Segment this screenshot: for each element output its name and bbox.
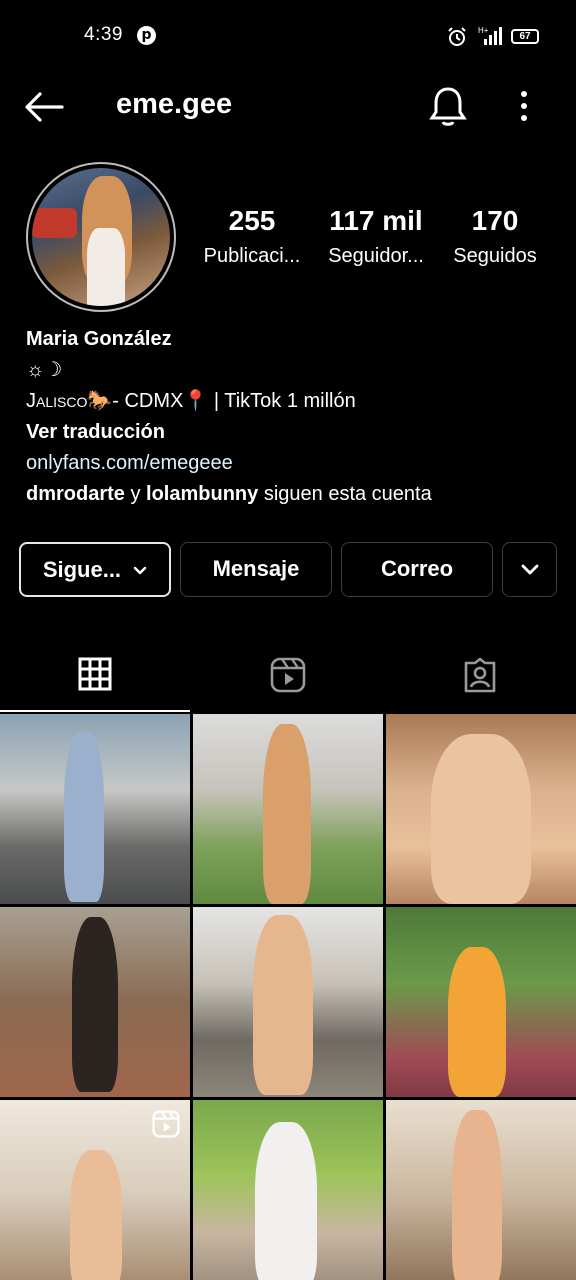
followers-label: Seguidor... (328, 245, 424, 267)
following-count: 170 (471, 205, 519, 236)
bio-emoji-line: ☼☽ (26, 359, 63, 381)
following-label: Seguidos (453, 245, 537, 267)
following-button-label: Sigue... (42, 557, 122, 582)
status-time: 4:39 (84, 24, 123, 45)
bio-location-line: Jalisco🐎- CDMX📍 | TikTok 1 millón (26, 386, 556, 417)
posts-count: 255 (228, 205, 276, 236)
post-thumbnail[interactable] (193, 1100, 383, 1280)
tagged-icon (464, 657, 496, 693)
profile-stats: 255 Publicaci... 117 mil Seguidor... 170… (200, 205, 560, 275)
bio-location-state: Jalisco (26, 390, 88, 412)
bio-location-rest: 🐎- CDMX📍 | TikTok 1 millón (87, 390, 356, 412)
post-thumbnail[interactable] (193, 907, 383, 1097)
follower-name-2[interactable]: lolambunny (146, 483, 258, 505)
reels-icon (152, 1110, 180, 1138)
post-thumbnail[interactable] (0, 714, 190, 904)
profile-full-name: Maria González (26, 328, 172, 350)
post-thumbnail[interactable] (386, 714, 576, 904)
tab-reels[interactable] (192, 640, 384, 712)
profile-bio: Maria González ☼☽ Jalisco🐎- CDMX📍 | TikT… (26, 324, 556, 510)
pinterest-icon: p (137, 26, 156, 45)
active-tab-indicator (0, 710, 190, 712)
network-label: H+ (478, 26, 489, 35)
posts-label: Publicaci... (203, 245, 301, 267)
tab-tagged[interactable] (384, 640, 576, 712)
chevron-down-icon (521, 564, 538, 575)
signal-icon: H+ (478, 26, 502, 45)
post-thumbnail[interactable] (0, 907, 190, 1097)
followed-by-line[interactable]: dmrodarte y lolambunny siguen esta cuent… (26, 479, 556, 510)
posts-grid (0, 714, 576, 1280)
reels-icon (270, 657, 306, 693)
alarm-icon (448, 27, 466, 46)
followed-by-conjunction: y (124, 483, 147, 505)
followed-by-tail: siguen esta cuenta (258, 483, 432, 505)
post-thumbnail[interactable] (193, 714, 383, 904)
tab-grid[interactable] (0, 640, 192, 712)
email-button[interactable]: Correo (341, 542, 493, 597)
bio-website-link[interactable]: onlyfans.com/emegeee (26, 448, 556, 479)
profile-username: eme.gee (116, 88, 233, 120)
profile-tabs (0, 640, 576, 712)
battery-indicator: 67 (511, 29, 539, 44)
stat-followers[interactable]: 117 mil Seguidor... (314, 205, 438, 268)
grid-icon (78, 657, 112, 691)
stat-following[interactable]: 170 Seguidos (433, 205, 557, 268)
arrow-left-icon[interactable] (24, 90, 64, 124)
see-translation-link[interactable]: Ver traducción (26, 417, 556, 448)
suggested-accounts-button[interactable] (502, 542, 557, 597)
profile-header: eme.gee (0, 74, 576, 138)
post-thumbnail[interactable] (386, 1100, 576, 1280)
avatar-image (32, 168, 170, 306)
chevron-down-icon (133, 566, 147, 575)
follower-name-1[interactable]: dmrodarte (26, 483, 125, 505)
bell-icon[interactable] (428, 84, 468, 128)
more-vertical-icon[interactable] (512, 88, 536, 124)
status-bar: 4:39 p H+ 67 (0, 0, 576, 74)
followers-count: 117 mil (329, 205, 423, 236)
post-thumbnail[interactable] (386, 907, 576, 1097)
post-thumbnail[interactable] (0, 1100, 190, 1280)
profile-avatar[interactable] (26, 162, 176, 312)
following-button[interactable]: Sigue... (19, 542, 171, 597)
stat-posts[interactable]: 255 Publicaci... (190, 205, 314, 268)
message-button[interactable]: Mensaje (180, 542, 332, 597)
